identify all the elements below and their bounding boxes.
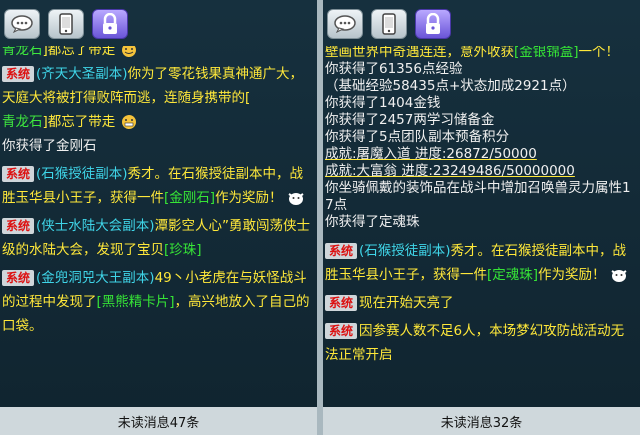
message-text: 作为奖励！	[538, 267, 606, 283]
dungeon-name: (齐天大圣副本)	[36, 66, 128, 82]
left-message: 你获得了金刚石	[2, 134, 313, 158]
right-chat-panel: 壁画世界中奇遇连连，意外收获[金银锦盒]一个！ 你获得了61356点经验 （基础…	[323, 0, 640, 435]
left-unread-bar[interactable]: 未读消息47条	[0, 407, 317, 435]
dungeon-name: (金兜洞兕大王副本)	[36, 270, 155, 286]
system-tag: 系统	[325, 295, 358, 311]
message-text: 作为奖励！	[215, 190, 283, 206]
message-text: 一个！	[578, 46, 620, 60]
dungeon-name: (侠士水陆大会副本)	[36, 218, 155, 234]
right-unread-bar[interactable]: 未读消息32条	[323, 407, 640, 435]
system-tag: 系统	[2, 166, 35, 182]
system-tag: 系统	[2, 218, 35, 234]
phone-icon	[59, 13, 73, 35]
item-name: 青龙石	[2, 46, 43, 58]
chat-bubble-icon	[334, 15, 356, 33]
left-message-log[interactable]: 青龙石]都忘了带走 系统 (齐天大圣副本)你为了零花钱果真神通广大，天庭大将被打得…	[0, 46, 317, 407]
reserve-gain-text: 你获得了2457两学习储备金	[325, 112, 495, 128]
money-gain-text: 你获得了1404金钱	[325, 95, 441, 111]
lock-icon	[426, 13, 440, 34]
system-tag: 系统	[325, 323, 358, 339]
right-message: 系统 (石猴授徒副本)秀才。在石猴授徒副本中，战胜玉华县小王子，获得一件[定魂珠]…	[325, 239, 636, 287]
system-tag: 系统	[325, 243, 358, 259]
message-text: 壁画世界中奇遇连连，意外收获	[325, 46, 514, 60]
exp-gain-text: 你获得了61356点经验	[325, 61, 463, 77]
unread-count: 未读消息47条	[117, 415, 200, 431]
right-message: 系统 因参赛人数不足6人，本场梦幻攻防战活动无法正常开启	[325, 319, 636, 367]
item-link[interactable]: [定魂珠]	[487, 267, 538, 283]
left-lock-button[interactable]	[92, 9, 128, 39]
left-message: 系统 (金兜洞兕大王副本)49丶小老虎在与妖怪战斗的过程中发现了[黑熊精卡片]，高…	[2, 266, 313, 338]
sheep-emote-icon	[288, 193, 304, 205]
left-message: 系统 (石猴授徒副本)秀才。在石猴授徒副本中，战胜玉华县小王子，获得一件[金刚石]…	[2, 162, 313, 210]
dungeon-name: (石猴授徒副本)	[36, 166, 128, 182]
message-text: 你获得了金刚石	[2, 138, 97, 154]
points-gain-text: 你获得了5点团队副本预备积分	[325, 129, 510, 145]
item-name: 青龙石	[2, 114, 43, 130]
lock-icon	[103, 13, 117, 34]
message-text: ]都忘了带走	[42, 114, 116, 130]
right-chat-button[interactable]	[327, 9, 363, 39]
right-toolbar	[323, 0, 640, 46]
message-text: ]都忘了带走	[42, 46, 116, 58]
right-phone-button[interactable]	[371, 9, 407, 39]
left-chat-panel: 青龙石]都忘了带走 系统 (齐天大圣副本)你为了零花钱果真神通广大，天庭大将被打得…	[0, 0, 317, 435]
unread-count: 未读消息32条	[440, 415, 523, 431]
achievement-progress: 成就:屠魔入道 进度:26872/50000	[325, 146, 537, 162]
item-link[interactable]: [珍珠]	[164, 242, 202, 258]
item-link[interactable]: [金刚石]	[164, 190, 215, 206]
item-link[interactable]: [金银锦盒]	[514, 46, 579, 60]
right-message: 系统 现在开始天亮了	[325, 291, 636, 315]
dungeon-name: (石猴授徒副本)	[359, 243, 451, 259]
left-message: 系统 (侠士水陆大会副本)潭影空人心”勇敢闯荡侠士级的水陆大会，发现了宝贝[珍珠]	[2, 214, 313, 262]
phone-icon	[382, 13, 396, 35]
left-chat-button[interactable]	[4, 9, 40, 39]
left-toolbar	[0, 0, 317, 46]
sheep-emote-icon	[611, 270, 627, 282]
item-gain-text: 你获得了定魂珠	[325, 214, 420, 230]
smile-emote-icon	[121, 46, 136, 57]
left-phone-button[interactable]	[48, 9, 84, 39]
right-message: 壁画世界中奇遇连连，意外收获[金银锦盒]一个！	[325, 46, 636, 61]
right-lock-button[interactable]	[415, 9, 451, 39]
grin-emote-icon	[121, 115, 136, 129]
left-message: 青龙石]都忘了带走	[2, 110, 313, 134]
message-text: 因参赛人数不足6人，本场梦幻攻防战活动无法正常开启	[325, 323, 625, 363]
left-message: 系统 (齐天大圣副本)你为了零花钱果真神通广大，天庭大将被打得败阵而逃，连随身携带…	[2, 62, 313, 110]
system-tag: 系统	[2, 66, 35, 82]
message-text: 现在开始天亮了	[359, 295, 454, 311]
achievement-progress: 成就:大富翁 进度:23249486/50000000	[325, 163, 575, 179]
left-message: 青龙石]都忘了带走	[2, 46, 313, 62]
right-message-log[interactable]: 壁画世界中奇遇连连，意外收获[金银锦盒]一个！ 你获得了61356点经验 （基础…	[323, 46, 640, 407]
mount-bonus-text: 你坐骑佩戴的装饰品在战斗中增加召唤兽灵力属性17点	[325, 180, 631, 213]
item-link[interactable]: [黑熊精卡片]	[97, 294, 175, 310]
chat-bubble-icon	[11, 15, 33, 33]
exp-detail-text: （基础经验58435点+状态加成2921点）	[325, 78, 576, 94]
system-tag: 系统	[2, 270, 35, 286]
